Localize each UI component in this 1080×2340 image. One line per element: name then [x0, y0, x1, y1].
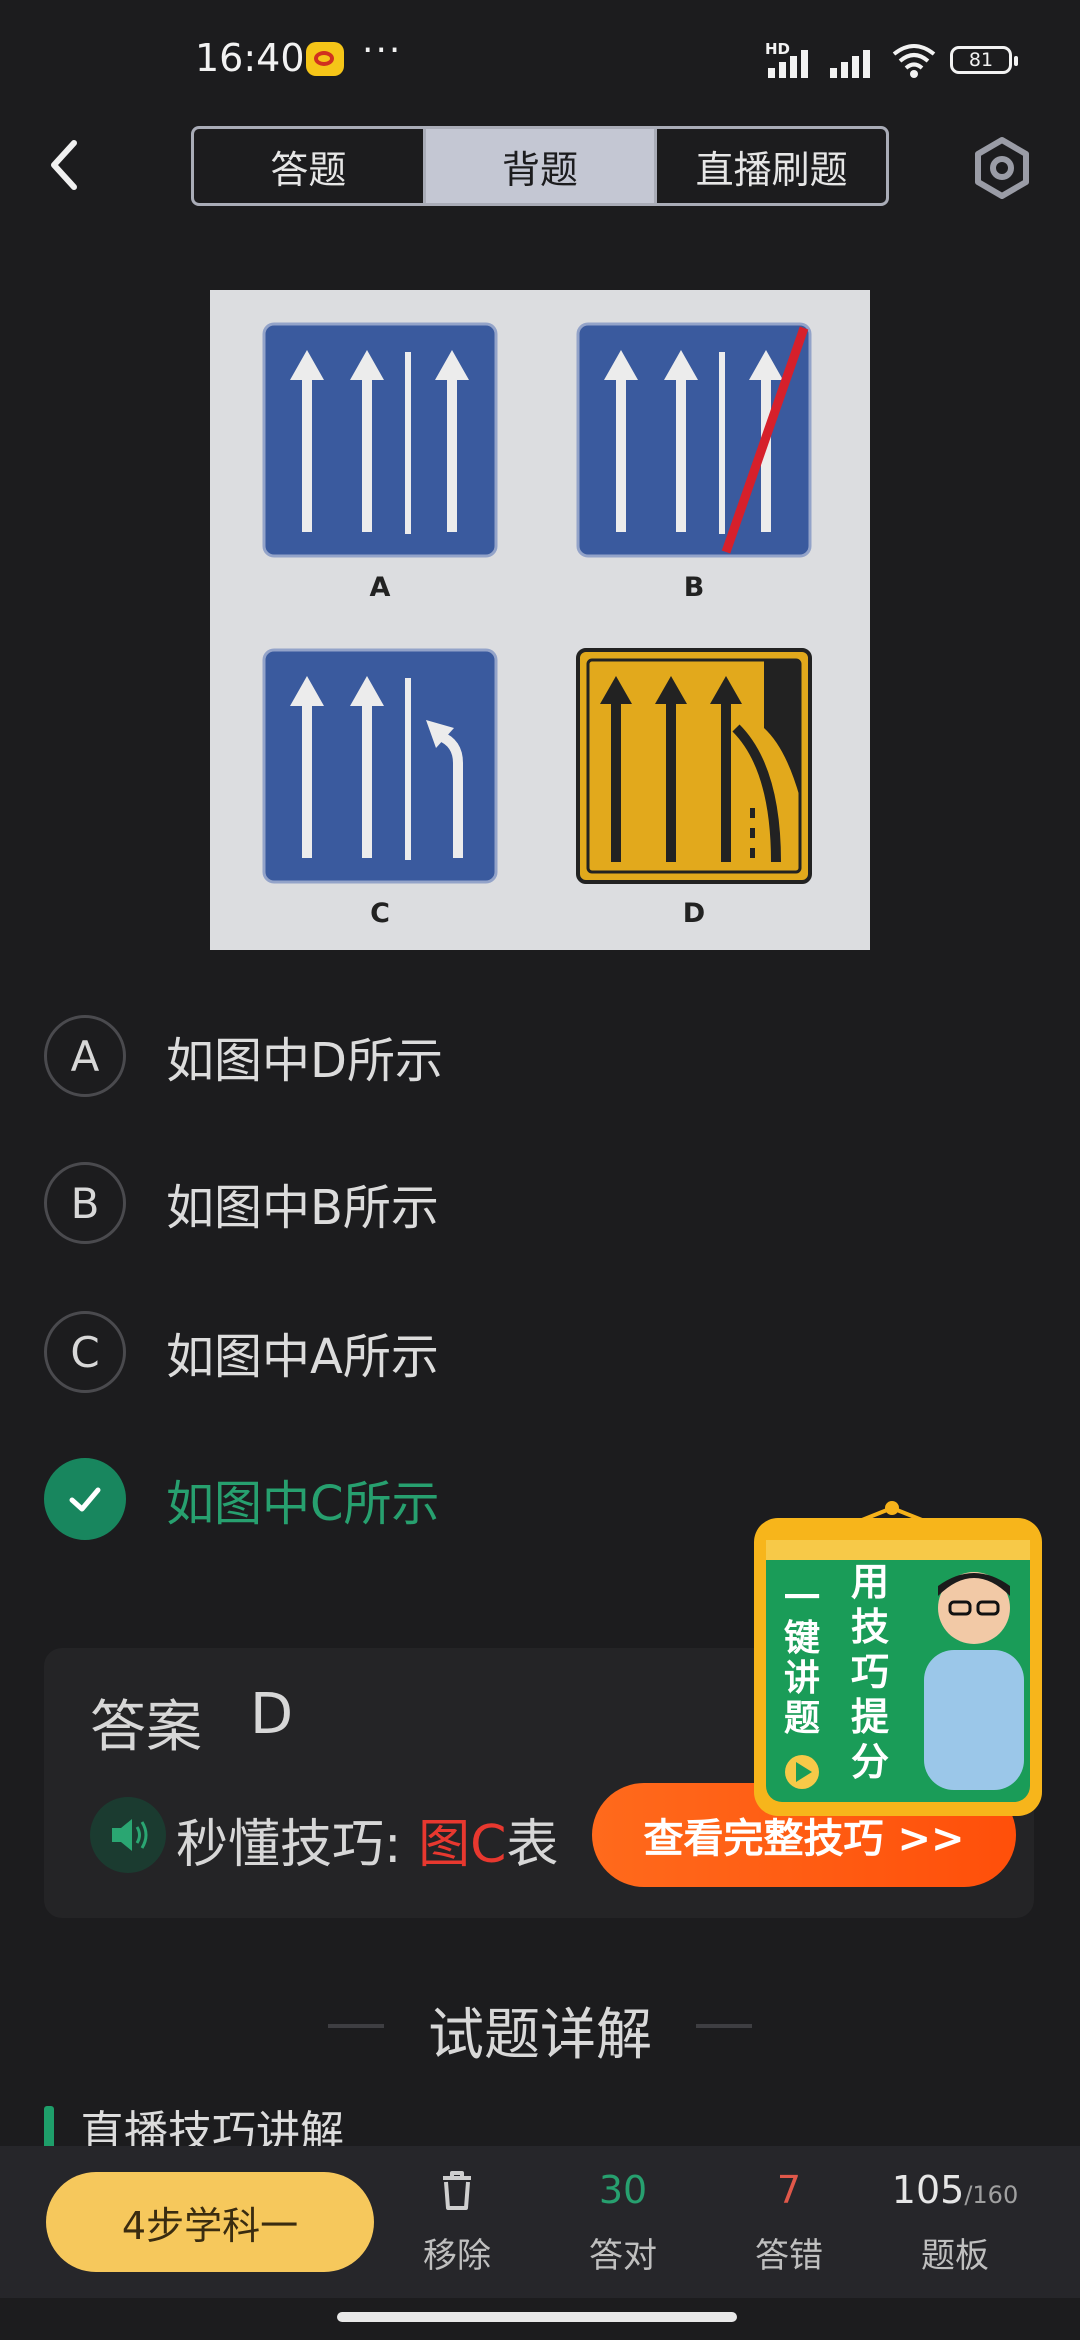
promo-left-char-2: 键: [784, 1618, 820, 1659]
subsection-accent-bar: [44, 2106, 54, 2150]
option-d-correct[interactable]: 如图中C所示: [44, 1456, 440, 1542]
remove-button[interactable]: 移除: [382, 2168, 532, 2277]
details-divider-right: [696, 2024, 752, 2028]
correct-count-button[interactable]: 30 答对: [548, 2168, 698, 2277]
answer-value: D: [250, 1682, 294, 1747]
sign-b-label: B: [683, 572, 705, 603]
speaker-icon[interactable]: [90, 1797, 166, 1873]
details-title: 试题详解: [428, 2003, 652, 2068]
battery-indicator: 81: [950, 46, 1018, 74]
learn-steps-button[interactable]: 4步学科一: [46, 2172, 374, 2272]
wrong-label: 答错: [755, 2236, 823, 2276]
trash-icon: [443, 2171, 471, 2210]
promo-teacher-image: [924, 1572, 1024, 1790]
sign-a-label: A: [369, 572, 391, 603]
tip-highlight: 图C: [418, 1815, 507, 1875]
promo-left-char-1: 一: [784, 1578, 820, 1619]
option-b[interactable]: B 如图中B所示: [44, 1160, 439, 1246]
signal-icon: [768, 44, 816, 78]
wrong-count-button[interactable]: 7 答错: [714, 2168, 864, 2277]
settings-icon[interactable]: [970, 136, 1034, 200]
promo-right-char-3: 巧: [851, 1650, 889, 1694]
question-board-button[interactable]: 105/160 题板: [880, 2168, 1030, 2277]
mode-tabs: 答题 背题 直播刷题: [191, 126, 889, 206]
board-label: 题板: [921, 2236, 989, 2276]
more-notifications-icon: ···: [362, 30, 403, 71]
remove-label: 移除: [423, 2236, 491, 2276]
signal-icon-2: [830, 44, 878, 78]
promo-left-char-3: 讲: [784, 1658, 820, 1699]
board-total: /160: [964, 2181, 1019, 2209]
correct-count: 30: [598, 2168, 648, 2212]
option-a-text: 如图中D所示: [166, 1033, 443, 1089]
sign-a-image: [262, 322, 498, 558]
wifi-icon: [892, 44, 936, 78]
promo-right-char-4: 提: [851, 1695, 889, 1739]
option-b-text: 如图中B所示: [166, 1180, 439, 1236]
sign-b-image: [576, 322, 812, 558]
tab-memorize[interactable]: 背题: [422, 129, 655, 203]
option-a[interactable]: A 如图中D所示: [44, 1013, 443, 1099]
option-d-check: [44, 1458, 126, 1540]
sign-c-image: [262, 648, 498, 884]
promo-left-char-4: 题: [784, 1698, 820, 1739]
option-c-letter: C: [44, 1311, 126, 1393]
home-indicator[interactable]: [337, 2312, 737, 2322]
answer-label: 答案: [90, 1695, 202, 1760]
question-image: A B C D: [210, 290, 870, 950]
promo-right-char-5: 分: [851, 1740, 889, 1784]
option-b-letter: B: [44, 1162, 126, 1244]
wrong-count: 7: [776, 2168, 802, 2212]
sign-d-image: [576, 648, 812, 884]
option-a-letter: A: [44, 1015, 126, 1097]
tab-answer[interactable]: 答题: [194, 129, 423, 203]
option-d-text: 如图中C所示: [166, 1476, 440, 1532]
promo-lecture-widget[interactable]: 一 键 讲 题 用 技 巧 提 分: [752, 1500, 1044, 1820]
status-time: 16:40: [195, 36, 305, 80]
sign-c-label: C: [370, 898, 390, 929]
sign-d-label: D: [682, 898, 706, 929]
tip-rest: 表: [506, 1815, 559, 1875]
back-arrow-icon[interactable]: [40, 135, 90, 195]
checkmark-icon: [69, 1487, 101, 1512]
tip-prefix: 秒懂技巧:: [176, 1815, 419, 1875]
tab-live[interactable]: 直播刷题: [654, 129, 886, 203]
promo-right-char-1: 用: [851, 1560, 889, 1604]
correct-label: 答对: [589, 2236, 657, 2276]
board-count: 105: [891, 2168, 965, 2212]
promo-right-char-2: 技: [851, 1605, 889, 1649]
option-c-text: 如图中A所示: [166, 1329, 439, 1385]
weibo-notification-icon: [306, 42, 344, 76]
tip-text: 秒懂技巧: 图C表: [176, 1802, 558, 1877]
option-c[interactable]: C 如图中A所示: [44, 1309, 439, 1395]
